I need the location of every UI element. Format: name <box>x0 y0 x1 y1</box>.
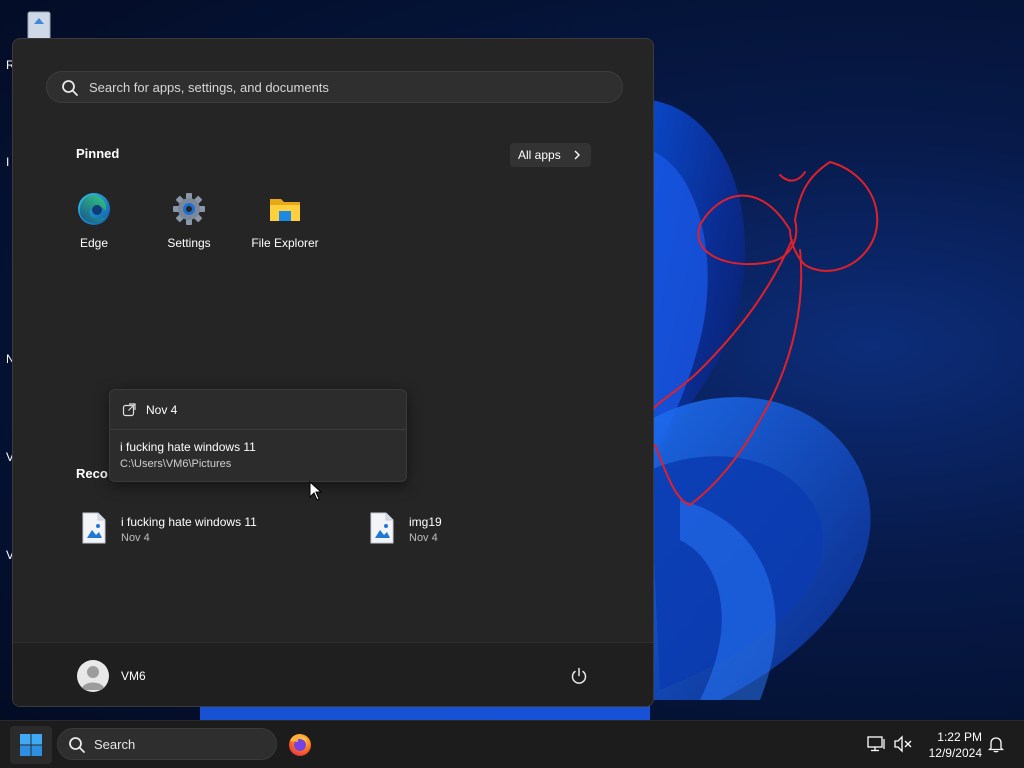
windows-logo-icon <box>20 734 42 756</box>
tooltip-file-name: i fucking hate windows 11 <box>120 440 256 454</box>
tooltip-file-path: C:\Users\VM6\Pictures <box>120 458 232 470</box>
recommended-item-name: i fucking hate windows 11 <box>121 515 257 529</box>
volume-muted-icon[interactable] <box>893 735 913 753</box>
edge-icon <box>78 193 110 225</box>
start-search-input[interactable] <box>89 72 609 102</box>
all-apps-button[interactable]: All apps <box>510 143 591 167</box>
taskbar-search[interactable]: Search <box>57 728 277 760</box>
open-external-icon <box>122 403 136 417</box>
search-icon <box>62 80 78 96</box>
desktop-icon-label: I <box>6 155 10 169</box>
recommended-item-date: Nov 4 <box>409 532 438 544</box>
all-apps-label: All apps <box>518 148 561 162</box>
search-icon <box>69 737 85 753</box>
user-icon <box>81 666 105 690</box>
pinned-app-settings[interactable]: Settings <box>145 191 233 250</box>
taskbar: Search 1:22 PM 12/9/2024 <box>0 720 1024 768</box>
pinned-app-file-explorer[interactable]: File Explorer <box>241 191 329 250</box>
start-menu: Pinned All apps Edge <box>12 38 654 707</box>
tooltip-date: Nov 4 <box>146 403 178 417</box>
pinned-app-label: Settings <box>167 236 211 250</box>
clock-date: 12/9/2024 <box>928 746 982 760</box>
start-menu-footer: VM6 <box>13 642 653 706</box>
clock-time: 1:22 PM <box>937 730 982 744</box>
recommended-item[interactable]: i fucking hate windows 11 Nov 4 <box>81 512 311 552</box>
firefox-icon[interactable] <box>287 731 313 757</box>
folder-icon <box>270 199 300 221</box>
taskbar-search-label: Search <box>94 737 136 752</box>
pinned-heading: Pinned <box>76 146 120 161</box>
start-search-box[interactable] <box>46 71 623 103</box>
chevron-right-icon <box>574 150 580 160</box>
taskbar-clock[interactable]: 1:22 PM 12/9/2024 <box>920 729 982 761</box>
network-icon[interactable] <box>866 735 886 753</box>
recommended-tooltip: Nov 4 i fucking hate windows 11 C:\Users… <box>109 389 407 482</box>
power-icon[interactable] <box>570 667 588 685</box>
recommended-item-name: img19 <box>409 515 442 529</box>
image-file-icon <box>370 512 394 544</box>
user-avatar[interactable] <box>77 660 109 692</box>
pinned-app-edge[interactable]: Edge <box>50 191 138 250</box>
recommended-heading: Reco <box>76 466 108 481</box>
recycle-bin-icon[interactable] <box>22 8 56 42</box>
pinned-app-label: Edge <box>79 236 109 250</box>
pinned-app-label: File Explorer <box>251 236 319 250</box>
mouse-cursor-icon <box>309 481 323 501</box>
recommended-item[interactable]: img19 Nov 4 <box>369 512 519 552</box>
start-button[interactable] <box>10 726 52 764</box>
notification-bell-icon[interactable] <box>988 735 1004 753</box>
image-file-icon <box>82 512 106 544</box>
tooltip-header: Nov 4 <box>110 390 406 430</box>
recommended-item-date: Nov 4 <box>121 532 150 544</box>
settings-gear-icon <box>173 193 205 225</box>
user-name[interactable]: VM6 <box>121 669 146 683</box>
